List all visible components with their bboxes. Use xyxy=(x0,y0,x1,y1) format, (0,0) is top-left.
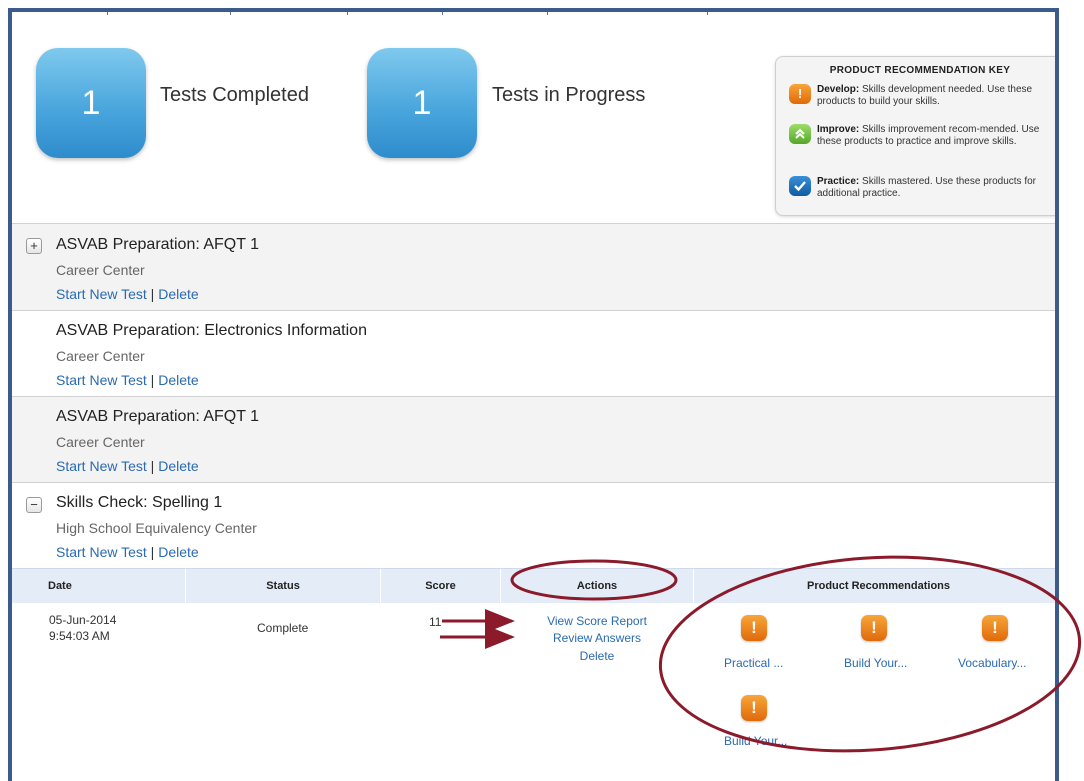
delete-test-link[interactable]: Delete xyxy=(158,544,198,560)
product-recommendation-key: PRODUCT RECOMMENDATION KEY ! Develop: Sk… xyxy=(775,56,1055,216)
test-title: ASVAB Preparation: AFQT 1 xyxy=(56,236,260,253)
key-item-improve: Improve: Skills improvement recom-mended… xyxy=(789,124,1054,148)
recommendation-link[interactable]: Vocabulary... xyxy=(958,656,1026,670)
test-links: Start New Test | Delete xyxy=(56,286,199,302)
view-score-report-link[interactable]: View Score Report xyxy=(532,614,662,628)
exclamation-icon[interactable]: ! xyxy=(982,615,1008,641)
test-title: Skills Check: Spelling 1 xyxy=(56,494,223,511)
checkmark-icon xyxy=(789,176,811,196)
link-separator: | xyxy=(150,544,155,560)
key-title: PRODUCT RECOMMENDATION KEY xyxy=(829,65,1011,76)
start-new-test-link[interactable]: Start New Test xyxy=(56,544,147,560)
results-table-header: Date Status Score Actions Product Recomm… xyxy=(12,568,1055,604)
tests-completed-label: Tests Completed xyxy=(160,84,309,106)
tests-completed-tile[interactable]: 1 xyxy=(36,48,146,158)
column-header-score[interactable]: Score xyxy=(381,569,500,604)
delete-test-link[interactable]: Delete xyxy=(158,286,198,302)
link-separator: | xyxy=(150,286,155,302)
test-center: Career Center xyxy=(56,434,145,450)
test-links: Start New Test | Delete xyxy=(56,544,199,560)
delete-test-link[interactable]: Delete xyxy=(158,458,198,474)
recommendation-link[interactable]: Build Your... xyxy=(844,656,907,670)
key-improve-name: Improve: xyxy=(817,124,860,135)
tests-in-progress-tile[interactable]: 1 xyxy=(367,48,477,158)
column-header-product-recommendations[interactable]: Product Recommendations xyxy=(694,569,1055,604)
key-practice-name: Practice: xyxy=(817,176,860,187)
key-item-practice: Practice: Skills mastered. Use these pro… xyxy=(789,176,1054,200)
test-links: Start New Test | Delete xyxy=(56,458,199,474)
result-score: 11 xyxy=(429,615,442,629)
link-separator: | xyxy=(150,372,155,388)
key-item-develop: ! Develop: Skills development needed. Us… xyxy=(789,84,1054,108)
start-new-test-link[interactable]: Start New Test xyxy=(56,372,147,388)
test-title: ASVAB Preparation: AFQT 1 xyxy=(56,408,260,425)
delete-test-link[interactable]: Delete xyxy=(158,372,198,388)
recommendation-link[interactable]: Build Your... xyxy=(724,734,787,748)
start-new-test-link[interactable]: Start New Test xyxy=(56,286,147,302)
test-item: ASVAB Preparation: AFQT 1 Career Center … xyxy=(12,396,1055,482)
test-center: Career Center xyxy=(56,348,145,364)
link-separator: | xyxy=(150,458,155,474)
result-date: 05-Jun-2014 xyxy=(49,613,117,627)
tests-completed-count: 1 xyxy=(81,83,101,122)
test-center: Career Center xyxy=(56,262,145,278)
tests-in-progress-label: Tests in Progress xyxy=(492,84,646,106)
exclamation-icon[interactable]: ! xyxy=(741,695,767,721)
main-panel: 1 Tests Completed 1 Tests in Progress PR… xyxy=(8,8,1059,781)
top-tab-strip xyxy=(12,12,1055,15)
test-item: + ASVAB Preparation: AFQT 1 Career Cente… xyxy=(12,223,1055,310)
delete-result-link[interactable]: Delete xyxy=(532,649,662,663)
recommendation-link[interactable]: Practical ... xyxy=(724,656,783,670)
start-new-test-link[interactable]: Start New Test xyxy=(56,458,147,474)
review-answers-link[interactable]: Review Answers xyxy=(532,631,662,645)
exclamation-icon: ! xyxy=(789,84,811,104)
double-chevron-up-icon xyxy=(789,124,811,144)
column-header-status[interactable]: Status xyxy=(186,569,380,604)
test-links: Start New Test | Delete xyxy=(56,372,199,388)
key-develop-name: Develop: xyxy=(817,84,860,95)
exclamation-icon[interactable]: ! xyxy=(741,615,767,641)
result-status: Complete xyxy=(257,621,309,635)
exclamation-icon[interactable]: ! xyxy=(861,615,887,641)
test-center: High School Equivalency Center xyxy=(56,520,257,536)
test-title: ASVAB Preparation: Electronics Informati… xyxy=(56,322,367,339)
test-item: − Skills Check: Spelling 1 High School E… xyxy=(12,482,1055,568)
column-header-date[interactable]: Date xyxy=(12,569,185,604)
test-item: ASVAB Preparation: Electronics Informati… xyxy=(12,310,1055,396)
expand-toggle[interactable]: + xyxy=(26,238,42,254)
tests-in-progress-count: 1 xyxy=(412,83,432,122)
column-header-actions[interactable]: Actions xyxy=(501,569,693,604)
collapse-toggle[interactable]: − xyxy=(26,497,42,513)
result-time: 9:54:03 AM xyxy=(49,629,110,643)
